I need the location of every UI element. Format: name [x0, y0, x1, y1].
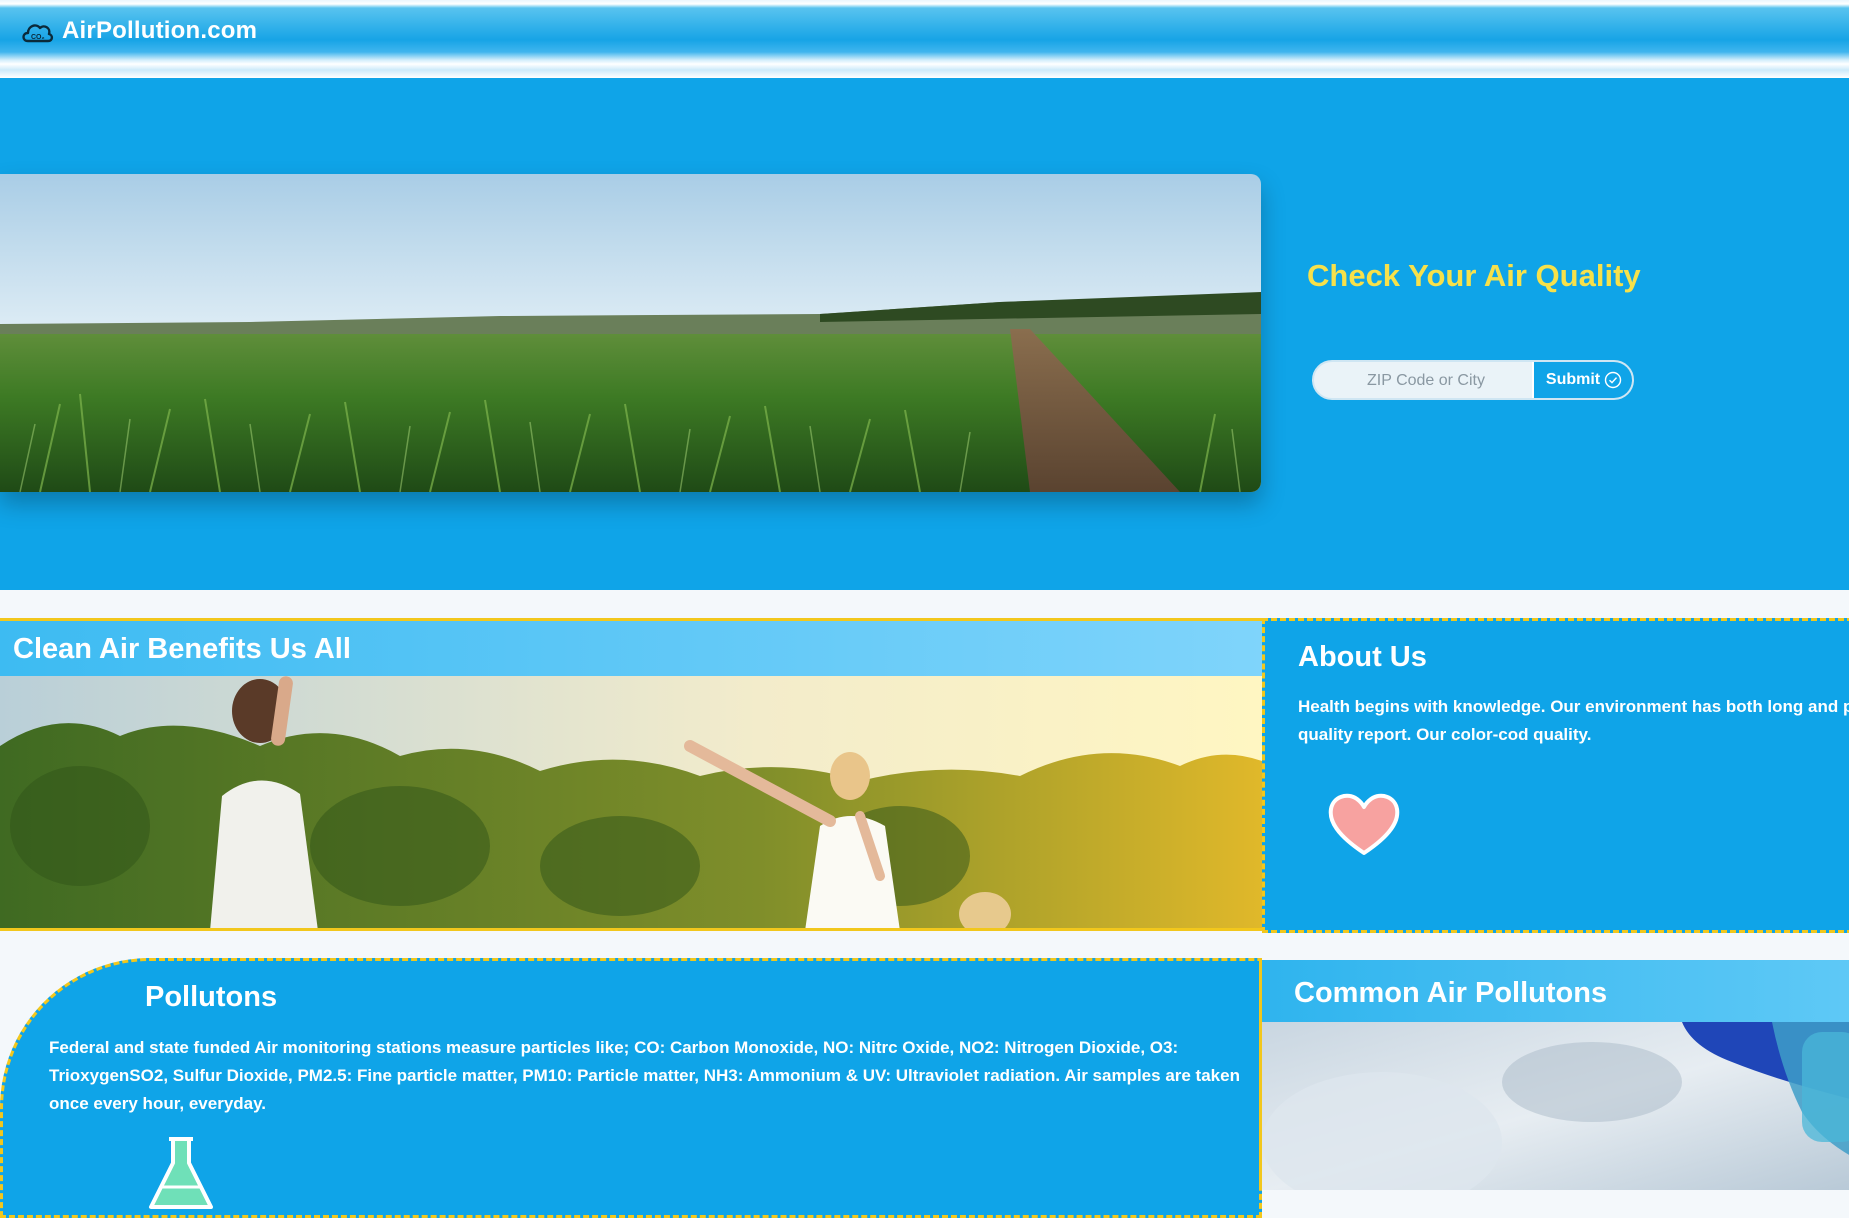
field-landscape-image — [0, 174, 1261, 492]
co2-cloud-icon: CO₂ — [22, 24, 54, 43]
zip-city-input[interactable] — [1314, 362, 1538, 398]
brand-name: AirPollution.com — [62, 17, 258, 44]
clean-air-section: Clean Air Benefits Us All — [0, 618, 1262, 931]
about-us-text: Health begins with knowledge. Our enviro… — [1298, 697, 1849, 744]
submit-button[interactable]: Submit — [1532, 362, 1632, 398]
about-us-title: About Us — [1298, 641, 1427, 673]
air-quality-search: Submit — [1312, 360, 1634, 400]
pollutants-section: Pollutons Federal and state funded Air m… — [0, 958, 1262, 1218]
common-pollutants-section: Common Air Pollutons — [1259, 960, 1849, 1190]
common-pollutants-banner: Common Air Pollutons — [1262, 960, 1849, 1022]
about-us-section: About Us Health begins with knowledge. O… — [1262, 618, 1849, 933]
svg-text:CO₂: CO₂ — [31, 34, 45, 41]
people-in-nature-image — [0, 676, 1262, 928]
heart-icon — [1328, 793, 1400, 855]
hero-section: Check Your Air Quality Submit — [0, 78, 1849, 590]
common-pollutants-title: Common Air Pollutons — [1294, 977, 1608, 1009]
flask-icon — [149, 1137, 213, 1209]
brand-link[interactable]: CO₂ AirPollution.com — [20, 16, 257, 46]
check-circle-icon — [1604, 371, 1622, 389]
pollutants-title: Pollutons — [145, 981, 278, 1013]
clean-air-title: Clean Air Benefits Us All — [13, 633, 351, 665]
laboratory-image — [1262, 1022, 1849, 1190]
check-air-quality-title: Check Your Air Quality — [1307, 258, 1641, 293]
site-header: CO₂ AirPollution.com — [0, 0, 1849, 78]
submit-label: Submit — [1545, 371, 1601, 388]
clean-air-banner: Clean Air Benefits Us All — [0, 621, 1262, 676]
pollutants-text: Federal and state funded Air monitoring … — [49, 1038, 1240, 1113]
